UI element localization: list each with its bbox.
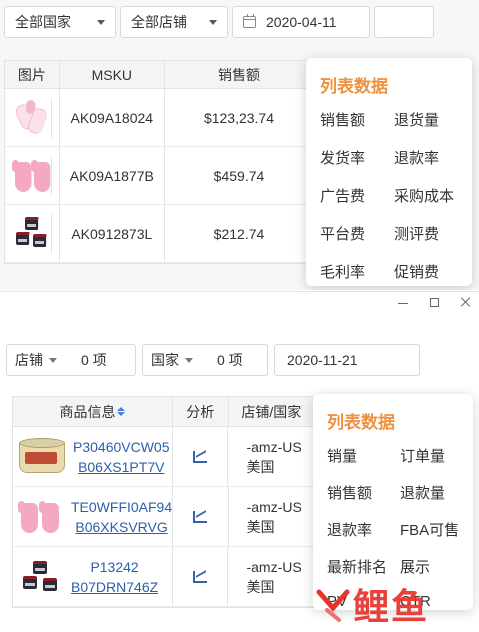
- msku-cell: AK09A18024: [60, 89, 165, 146]
- sales-cell: $123,23.74: [203, 109, 275, 126]
- table-row[interactable]: P13242 B07DRN746Z -amz-US 美国: [13, 547, 314, 607]
- gloves-pink-icon: [11, 155, 52, 196]
- popup-option[interactable]: 退货量: [394, 109, 468, 130]
- watermark-logo: 鲤鱼: [313, 580, 463, 628]
- popup-option[interactable]: 订单量: [400, 445, 473, 466]
- popup-option[interactable]: FBA可售: [400, 519, 473, 540]
- shop-name: -amz-US: [246, 498, 302, 515]
- asin-link[interactable]: B06XKSVRVG: [71, 517, 172, 537]
- column-header-product-label: 商品信息: [59, 403, 116, 420]
- line-chart-icon[interactable]: [193, 570, 208, 583]
- column-header-product[interactable]: 商品信息: [13, 397, 173, 426]
- asin-link[interactable]: B07DRN746Z: [71, 577, 158, 597]
- sales-cell: $212.74: [213, 225, 265, 242]
- table-header: 商品信息 分析 店铺/国家: [13, 397, 314, 427]
- line-chart-icon[interactable]: [193, 450, 208, 463]
- sales-cell: $459.74: [213, 167, 265, 184]
- table-row[interactable]: AK09A18024 $123,23.74: [5, 89, 313, 147]
- watermark-mark-icon: [316, 589, 350, 622]
- popup-title: 列表数据: [320, 77, 388, 96]
- asin-link[interactable]: B06XS1PT7V: [73, 457, 170, 477]
- popup-option[interactable]: 最新排名: [327, 556, 400, 577]
- column-settings-popup: 列表数据 销售额 退货量 发货率 退款率 广告费 采购成本 平台费 测评费 毛利…: [306, 58, 472, 286]
- popup-option[interactable]: 退款量: [400, 482, 473, 503]
- country-select-label: 国家: [151, 352, 179, 368]
- maximize-icon[interactable]: [430, 298, 439, 307]
- date-picker[interactable]: 2020-04-11: [232, 6, 370, 38]
- shop-select-count: 0 项: [81, 352, 107, 368]
- column-header-sales[interactable]: 销售额: [165, 61, 313, 88]
- sort-icon[interactable]: [117, 407, 126, 416]
- country-select[interactable]: 国家 0 项: [142, 344, 268, 376]
- chevron-down-icon: [209, 19, 217, 25]
- shop-select[interactable]: 店铺 0 项: [6, 344, 136, 376]
- table-row[interactable]: TE0WFFI0AF94 B06XKSVRVG -amz-US 美国: [13, 487, 314, 547]
- popup-option[interactable]: 展示: [400, 556, 473, 577]
- column-header-shop-country: 店铺/国家: [241, 403, 302, 420]
- country-select-value: 全部国家: [15, 14, 71, 30]
- table-row[interactable]: P30460VCW05 B06XS1PT7V -amz-US 美国: [13, 427, 314, 487]
- table-row[interactable]: AK09A1877B $459.74: [5, 147, 313, 205]
- popup-option[interactable]: 平台费: [320, 223, 394, 244]
- line-chart-icon[interactable]: [193, 510, 208, 523]
- msku-cell: AK09A1877B: [60, 147, 165, 204]
- popup-options: 销售额 退货量 发货率 退款率 广告费 采购成本 平台费 测评费 毛利率 促销费: [320, 109, 472, 282]
- msku-cell: AK0912873L: [60, 205, 165, 262]
- close-icon[interactable]: [461, 297, 471, 307]
- gloves-pink-icon: [17, 497, 65, 537]
- popup-option[interactable]: 销售额: [320, 109, 394, 130]
- country-name: 美国: [246, 458, 275, 475]
- column-header-analysis: 分析: [173, 397, 229, 426]
- country-select[interactable]: 全部国家: [4, 6, 116, 38]
- jars-icon: [17, 557, 65, 597]
- popup-option[interactable]: 退款率: [327, 519, 400, 540]
- shop-name: -amz-US: [246, 558, 302, 575]
- popup-option[interactable]: 销售额: [327, 482, 400, 503]
- popup-option[interactable]: 广告费: [320, 185, 394, 206]
- popup-title: 列表数据: [327, 413, 395, 432]
- popup-option[interactable]: 毛利率: [320, 261, 394, 282]
- minimize-icon[interactable]: [398, 297, 408, 307]
- chevron-down-icon: [97, 19, 105, 25]
- date-value: 2020-11-21: [287, 352, 358, 368]
- shop-select-value: 全部店铺: [131, 14, 187, 30]
- socks-pink-icon: [12, 97, 52, 138]
- top-filters: 全部国家 全部店铺 2020-04-11: [4, 6, 434, 38]
- calendar-icon: [243, 14, 256, 28]
- product-code[interactable]: TE0WFFI0AF94: [71, 497, 172, 517]
- shop-select-label: 店铺: [15, 352, 43, 368]
- product-code[interactable]: P30460VCW05: [73, 437, 170, 457]
- shop-select[interactable]: 全部店铺: [120, 6, 228, 38]
- date-value: 2020-04-11: [266, 14, 337, 30]
- shop-name: -amz-US: [246, 438, 302, 455]
- popup-option[interactable]: 采购成本: [394, 185, 468, 206]
- popup-option[interactable]: 促销费: [394, 261, 468, 282]
- window-controls: [398, 297, 471, 307]
- popup-option[interactable]: 发货率: [320, 147, 394, 168]
- column-header-image: 图片: [5, 61, 60, 88]
- country-name: 美国: [246, 518, 275, 535]
- product-table: 图片 MSKU 销售额 AK09A18024 $123,23.74 AK09A1…: [4, 60, 314, 264]
- column-header-msku[interactable]: MSKU: [60, 61, 165, 88]
- chevron-down-icon: [185, 357, 193, 363]
- table-row[interactable]: AK0912873L $212.74: [5, 205, 313, 263]
- popup-option[interactable]: 销量: [327, 445, 400, 466]
- jars-icon: [12, 213, 52, 254]
- chevron-down-icon: [49, 357, 57, 363]
- date-picker[interactable]: 2020-11-21: [274, 344, 420, 376]
- country-name: 美国: [246, 578, 275, 595]
- country-select-count: 0 项: [217, 352, 243, 368]
- popup-option[interactable]: 退款率: [394, 147, 468, 168]
- top-panel: 全部国家 全部店铺 2020-04-11 图片 MSKU 销售额 AK09A18…: [0, 0, 479, 290]
- product-info-table: 商品信息 分析 店铺/国家 P30460VCW05 B06XS1PT7V -am…: [12, 396, 315, 608]
- cat-food-can-icon: [17, 437, 67, 476]
- popup-option[interactable]: 测评费: [394, 223, 468, 244]
- product-code[interactable]: P13242: [71, 557, 158, 577]
- extra-filter[interactable]: [374, 6, 434, 38]
- bottom-filters: 店铺 0 项 国家 0 项 2020-11-21: [6, 344, 420, 376]
- table-header: 图片 MSKU 销售额: [5, 61, 313, 89]
- watermark-text: 鲤鱼: [353, 586, 430, 627]
